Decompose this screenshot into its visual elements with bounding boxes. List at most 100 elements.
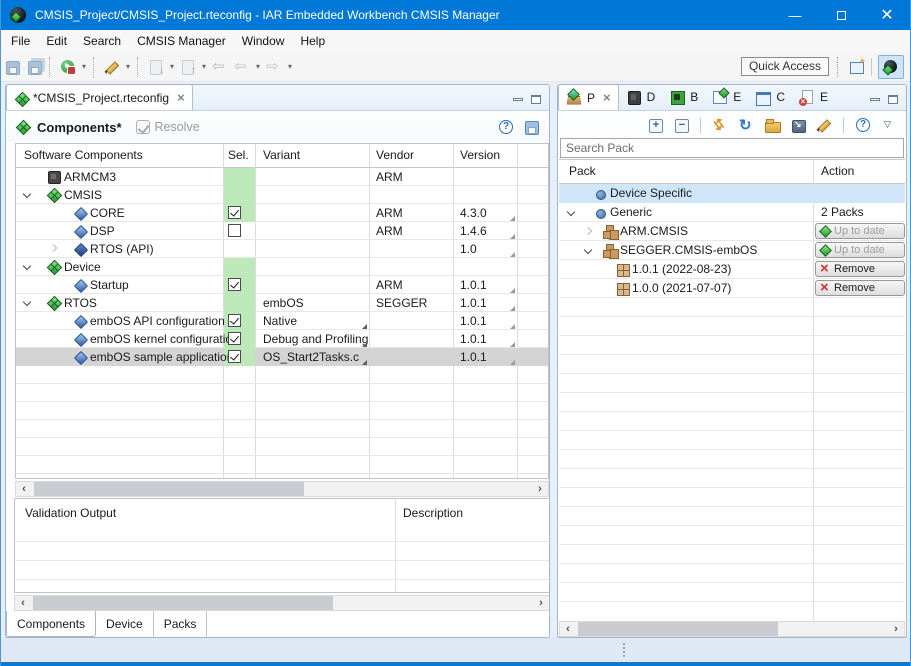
component-row-rtos[interactable]: RTOSembOSSEGGER1.0.1 [16, 294, 548, 312]
variant-dropdown-handle[interactable] [362, 360, 367, 365]
import-pack-button[interactable] [787, 114, 809, 136]
uptodate-button[interactable]: Up to date [815, 242, 905, 258]
select-checkbox[interactable] [228, 332, 241, 345]
component-row-embos-kernel-configuration[interactable]: embOS kernel configurationDebug and Prof… [16, 330, 548, 348]
dropdown-arrow-icon[interactable]: ▾ [167, 56, 177, 78]
pack-row-arm-cmsis[interactable]: ARM.CMSISUp to date [559, 222, 905, 241]
component-row-core[interactable]: COREARM4.3.0 [16, 204, 548, 222]
expanded-chevron-icon[interactable] [567, 208, 575, 216]
pack-row-segger-cmsis-embos[interactable]: SEGGER.CMSIS-embOSUp to date [559, 241, 905, 260]
prev-annotation-button[interactable] [177, 56, 199, 78]
run-button[interactable] [57, 56, 79, 78]
scrollbar-thumb[interactable] [578, 622, 778, 636]
open-perspective-icon[interactable] [849, 59, 865, 75]
minimize-button[interactable]: — [772, 0, 818, 30]
save-icon[interactable] [523, 119, 539, 135]
pack-row-1-0-1-2022-08-23[interactable]: 1.0.1 (2022-08-23)Remove [559, 260, 905, 279]
horizontal-scrollbar[interactable]: ‹ › [559, 621, 905, 637]
menu-help[interactable]: Help [292, 30, 333, 52]
menu-edit[interactable]: Edit [38, 30, 75, 52]
reload-packs-button[interactable] [735, 114, 757, 136]
dropdown-arrow-icon[interactable]: ▾ [285, 56, 295, 78]
next-annotation-button[interactable] [145, 56, 167, 78]
scroll-left-icon[interactable]: ‹ [15, 596, 31, 610]
close-tab-icon[interactable]: × [177, 90, 185, 105]
menu-search[interactable]: Search [75, 30, 129, 52]
scroll-left-icon[interactable]: ‹ [16, 482, 32, 496]
component-row-device[interactable]: Device [16, 258, 548, 276]
pen-button[interactable] [101, 56, 123, 78]
dropdown-arrow-icon[interactable]: ▾ [253, 56, 263, 78]
horizontal-scrollbar[interactable]: ‹ › [15, 481, 549, 497]
close-tab-icon[interactable]: × [603, 90, 611, 105]
page-tab-packs[interactable]: Packs [154, 611, 208, 637]
component-row-rtos-api[interactable]: RTOS (API)1.0 [16, 240, 548, 258]
dropdown-arrow-icon[interactable]: ▾ [123, 56, 133, 78]
expanded-chevron-icon[interactable] [23, 262, 31, 270]
variant-dropdown-handle[interactable] [362, 342, 367, 347]
expanded-chevron-icon[interactable] [584, 246, 592, 254]
component-row-armcm3[interactable]: ARMCM3ARM [16, 168, 548, 186]
minimize-view-icon[interactable] [870, 98, 880, 101]
pack-row-1-0-0-2021-07-07[interactable]: 1.0.0 (2021-07-07)Remove [559, 279, 905, 298]
dropdown-arrow-icon[interactable]: ▾ [79, 56, 89, 78]
scroll-right-icon[interactable]: › [533, 596, 549, 610]
version-dropdown-handle[interactable] [510, 234, 515, 239]
select-checkbox[interactable] [228, 278, 241, 291]
minimize-view-icon[interactable] [513, 98, 523, 101]
save-button[interactable] [1, 56, 23, 78]
collapsed-chevron-icon[interactable] [584, 227, 592, 235]
check-updates-button[interactable] [709, 114, 731, 136]
horizontal-scrollbar[interactable]: ‹ › [14, 595, 550, 611]
resolve-checkbox[interactable]: Resolve [136, 120, 200, 134]
menu-cmsis-manager[interactable]: CMSIS Manager [129, 30, 234, 52]
view-tab-p-packs[interactable]: P× [558, 84, 619, 110]
component-row-cmsis[interactable]: CMSIS [16, 186, 548, 204]
variant-dropdown-handle[interactable] [362, 324, 367, 329]
component-row-dsp[interactable]: DSPARM1.4.6 [16, 222, 548, 240]
collapse-all-button[interactable] [670, 114, 692, 136]
version-dropdown-handle[interactable] [510, 288, 515, 293]
version-dropdown-handle[interactable] [510, 342, 515, 347]
scroll-right-icon[interactable]: › [532, 482, 548, 496]
version-dropdown-handle[interactable] [510, 360, 515, 365]
view-tab-b[interactable]: B [662, 84, 705, 110]
help-button[interactable] [852, 114, 874, 136]
uptodate-button[interactable]: Up to date [815, 223, 905, 239]
editor-tab-rteconfig[interactable]: *CMSIS_Project.rteconfig × [6, 84, 193, 110]
edit-button[interactable] [813, 114, 835, 136]
version-dropdown-handle[interactable] [510, 252, 515, 257]
save-all-button[interactable] [23, 56, 45, 78]
cmsis-perspective-button[interactable] [878, 55, 904, 79]
view-menu-button[interactable] [878, 114, 900, 136]
select-checkbox[interactable] [228, 206, 241, 219]
maximize-button[interactable] [818, 0, 864, 30]
view-tab-e[interactable]: E [705, 84, 748, 110]
select-checkbox[interactable] [228, 350, 241, 363]
version-dropdown-handle[interactable] [510, 306, 515, 311]
collapsed-chevron-icon[interactable] [49, 244, 57, 252]
version-dropdown-handle[interactable] [510, 324, 515, 329]
resolve-checkbox-box[interactable] [136, 120, 150, 134]
component-row-embos-sample-applications[interactable]: embOS sample applicationsOS_Start2Tasks.… [16, 348, 548, 366]
version-dropdown-handle[interactable] [510, 216, 515, 221]
menu-file[interactable]: File [3, 30, 38, 52]
view-tab-d[interactable]: D [619, 84, 663, 110]
remove-button[interactable]: Remove [815, 261, 905, 277]
component-row-startup[interactable]: StartupARM1.0.1 [16, 276, 548, 294]
scrollbar-thumb[interactable] [33, 596, 333, 610]
menu-window[interactable]: Window [234, 30, 293, 52]
view-tab-e[interactable]: E [792, 84, 835, 110]
pack-row-device-specific[interactable]: Device Specific [559, 184, 905, 203]
expand-all-button[interactable] [644, 114, 666, 136]
page-tab-components[interactable]: Components [6, 611, 96, 637]
component-row-embos-api-configuration[interactable]: embOS API configurationNative1.0.1 [16, 312, 548, 330]
back-button[interactable] [231, 56, 253, 78]
close-button[interactable]: ✕ [864, 0, 910, 30]
expanded-chevron-icon[interactable] [23, 190, 31, 198]
scrollbar-thumb[interactable] [34, 482, 304, 496]
dropdown-arrow-icon[interactable]: ▾ [199, 56, 209, 78]
maximize-view-icon[interactable] [531, 95, 541, 104]
maximize-view-icon[interactable] [888, 95, 898, 104]
select-checkbox[interactable] [228, 224, 241, 237]
